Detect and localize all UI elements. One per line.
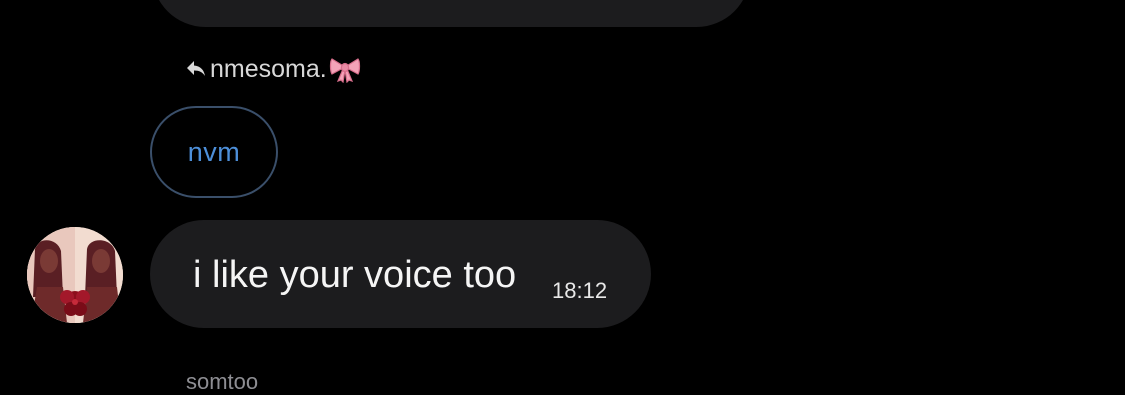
- quoted-message[interactable]: nvm: [150, 106, 278, 198]
- message-text: i like your voice too: [193, 254, 517, 296]
- ribbon-bow-icon: [329, 55, 361, 83]
- message-timestamp: 18:12: [552, 278, 608, 303]
- reply-header: nmesoma.: [186, 53, 361, 85]
- next-message-sender-name: somtoo: [186, 369, 259, 394]
- previous-message-bubble[interactable]: [152, 0, 750, 27]
- avatar[interactable]: [27, 227, 123, 323]
- quoted-message-text: nvm: [187, 136, 241, 167]
- message-bubble[interactable]: i like your voice too 18:12: [150, 220, 651, 328]
- reply-sender-name: nmesoma.: [210, 54, 327, 83]
- reply-arrow-icon: [186, 59, 206, 79]
